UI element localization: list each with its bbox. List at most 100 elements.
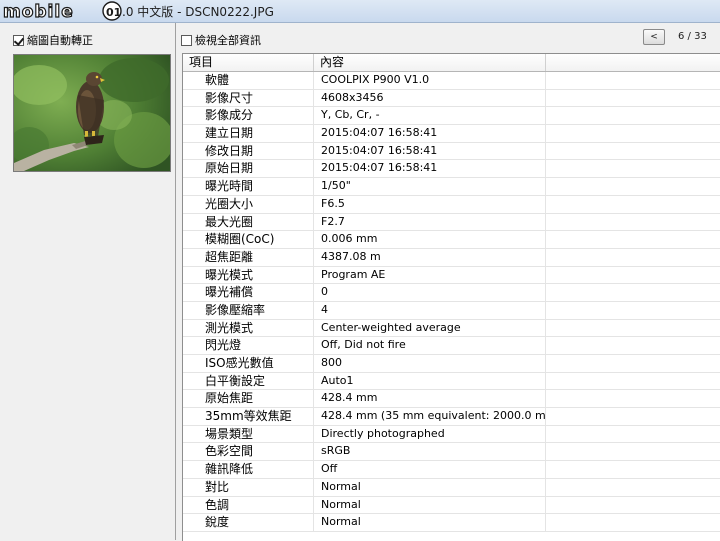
table-row[interactable]: 35mm等效焦距 428.4 mm (35 mm equivalent: 2000… <box>183 408 720 426</box>
table-row[interactable]: 雜訊降低 Off <box>183 461 720 479</box>
row-label: 場景類型 <box>183 425 314 443</box>
row-label: 銳度 <box>183 514 314 531</box>
row-value: 1/50" <box>314 178 546 195</box>
table-row[interactable]: 原始日期 2015:04:07 16:58:41 <box>183 160 720 179</box>
table-row[interactable]: 原始焦距 428.4 mm <box>183 390 720 409</box>
row-label: 軟體 <box>183 72 314 89</box>
row-value: 0 <box>314 284 546 301</box>
row-value: 0.006 mm <box>314 231 546 248</box>
row-spacer <box>546 196 720 213</box>
row-value: 2015:04:07 16:58:41 <box>314 125 546 142</box>
column-header-content[interactable]: 內容 <box>314 54 546 71</box>
row-label: 影像尺寸 <box>183 89 314 107</box>
table-row[interactable]: 最大光圈 F2.7 <box>183 213 720 232</box>
column-header-item[interactable]: 項目 <box>183 54 314 71</box>
row-label: 原始焦距 <box>183 390 314 408</box>
row-value: Y, Cb, Cr, - <box>314 107 546 125</box>
table-row[interactable]: 銳度 Normal <box>183 514 720 532</box>
row-label: 色調 <box>183 496 314 514</box>
row-spacer <box>546 497 720 514</box>
row-spacer <box>546 72 720 89</box>
auto-rotate-checkbox[interactable]: 縮圖自動轉正 <box>13 32 93 48</box>
auto-rotate-label: 縮圖自動轉正 <box>27 34 93 47</box>
table-row[interactable]: 白平衡設定 Auto1 <box>183 372 720 391</box>
previous-button[interactable]: < <box>643 29 665 45</box>
row-label: 曝光補償 <box>183 284 314 301</box>
table-row[interactable]: ISO感光數值 800 <box>183 355 720 373</box>
table-row[interactable]: 建立日期 2015:04:07 16:58:41 <box>183 125 720 143</box>
row-spacer <box>546 514 720 531</box>
table-row[interactable]: 修改日期 2015:04:07 16:58:41 <box>183 142 720 161</box>
table-row[interactable]: 影像成分 Y, Cb, Cr, - <box>183 107 720 126</box>
thumbnail-pane: 縮圖自動轉正 <box>0 23 176 540</box>
row-label: 測光模式 <box>183 319 314 337</box>
checkbox-checked-icon[interactable] <box>13 34 24 46</box>
row-spacer <box>546 231 720 248</box>
row-value: COOLPIX P900 V1.0 <box>314 72 546 89</box>
table-row[interactable]: 場景類型 Directly photographed <box>183 425 720 444</box>
table-row[interactable]: 測光模式 Center-weighted average <box>183 319 720 338</box>
row-value: Center-weighted average <box>314 319 546 337</box>
row-value: F6.5 <box>314 195 546 213</box>
row-spacer <box>546 461 720 478</box>
row-value: 428.4 mm (35 mm equivalent: 2000.0 mm) <box>314 408 546 425</box>
svg-text:mobile: mobile <box>3 2 74 22</box>
row-value: Directly photographed <box>314 425 546 443</box>
table-row[interactable]: 閃光燈 Off, Did not fire <box>183 337 720 355</box>
table-row[interactable]: 模糊圈(CoC) 0.006 mm <box>183 231 720 249</box>
exif-table: 項目 內容 軟體 COOLPIX P900 V1.0 影像尺寸 4608x3456 影像… <box>182 53 720 541</box>
row-spacer <box>546 90 720 107</box>
checkbox-unchecked-icon[interactable] <box>181 34 192 46</box>
eagle-thumbnail-image <box>14 55 170 171</box>
mobile01-logo: mobile 01 <box>2 1 122 22</box>
row-spacer <box>546 426 720 443</box>
view-all-label: 檢視全部資訊 <box>195 34 261 47</box>
row-value: 2015:04:07 16:58:41 <box>314 142 546 160</box>
row-value: 428.4 mm <box>314 390 546 408</box>
table-row[interactable]: 軟體 COOLPIX P900 V1.0 <box>183 72 720 90</box>
photo-thumbnail[interactable] <box>13 54 171 172</box>
view-all-checkbox[interactable]: 檢視全部資訊 <box>181 32 261 48</box>
row-spacer <box>546 443 720 460</box>
table-row[interactable]: 對比 Normal <box>183 478 720 497</box>
table-row[interactable]: 光圈大小 F6.5 <box>183 195 720 214</box>
row-label: 超焦距離 <box>183 248 314 266</box>
table-row[interactable]: 影像壓縮率 4 <box>183 301 720 320</box>
row-label: 修改日期 <box>183 142 314 160</box>
table-row[interactable]: 色調 Normal <box>183 496 720 515</box>
row-spacer <box>546 302 720 319</box>
row-value: Off, Did not fire <box>314 337 546 354</box>
window-title: .0 中文版 - DSCN0222.JPG <box>122 5 274 19</box>
row-label: 原始日期 <box>183 160 314 178</box>
table-row[interactable]: 影像尺寸 4608x3456 <box>183 89 720 108</box>
row-spacer <box>546 125 720 142</box>
row-label: 35mm等效焦距 <box>183 408 314 425</box>
table-row[interactable]: 色彩空間 sRGB <box>183 443 720 462</box>
row-label: ISO感光數值 <box>183 355 314 372</box>
row-label: 影像壓縮率 <box>183 301 314 319</box>
table-body: 軟體 COOLPIX P900 V1.0 影像尺寸 4608x3456 影像成分 Y, C… <box>183 72 720 532</box>
row-spacer <box>546 479 720 496</box>
page-counter: 6 / 33 <box>678 31 707 42</box>
row-value: 4 <box>314 301 546 319</box>
row-value: Normal <box>314 496 546 514</box>
row-label: 雜訊降低 <box>183 461 314 478</box>
row-spacer <box>546 267 720 284</box>
table-row[interactable]: 曝光補償 0 <box>183 284 720 302</box>
row-value: 800 <box>314 355 546 372</box>
row-spacer <box>546 143 720 160</box>
row-label: 白平衡設定 <box>183 372 314 390</box>
table-row[interactable]: 曝光模式 Program AE <box>183 266 720 285</box>
table-row[interactable]: 曝光時間 1/50" <box>183 178 720 196</box>
row-label: 曝光模式 <box>183 266 314 284</box>
row-spacer <box>546 337 720 354</box>
row-label: 光圈大小 <box>183 195 314 213</box>
row-spacer <box>546 178 720 195</box>
row-label: 色彩空間 <box>183 443 314 461</box>
row-spacer <box>546 408 720 425</box>
row-spacer <box>546 320 720 337</box>
title-bar: mobile 01 .0 中文版 - DSCN0222.JPG <box>0 0 720 23</box>
row-value: 2015:04:07 16:58:41 <box>314 160 546 178</box>
table-row[interactable]: 超焦距離 4387.08 m <box>183 248 720 267</box>
row-spacer <box>546 284 720 301</box>
